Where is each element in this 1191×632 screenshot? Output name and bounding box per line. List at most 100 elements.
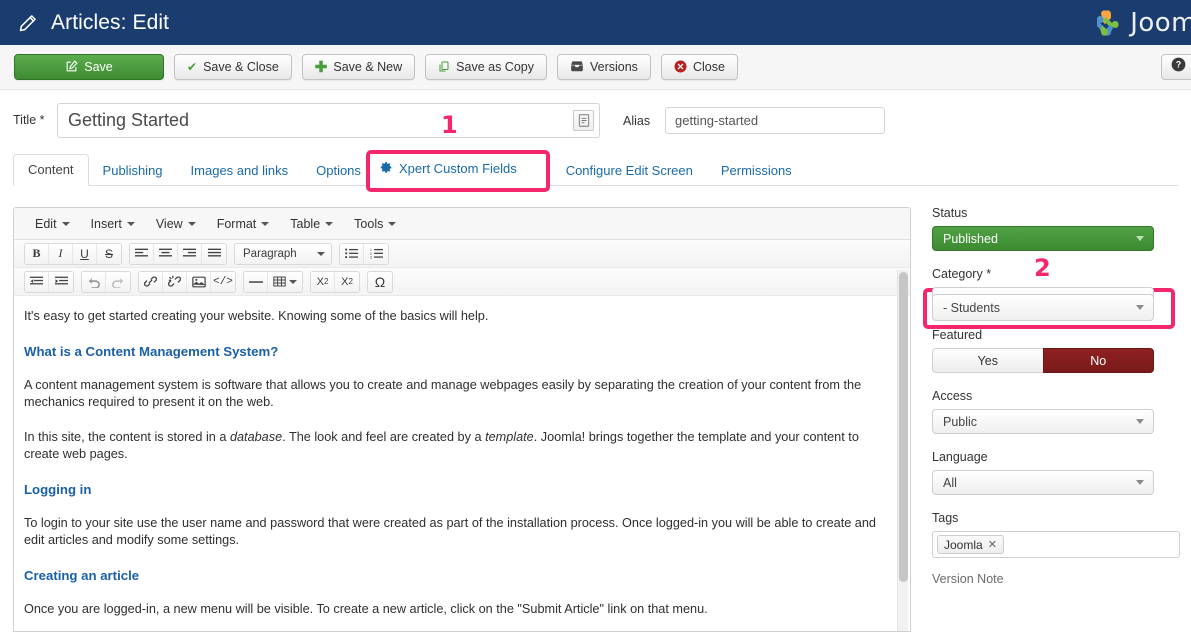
special-char-group: Ω bbox=[367, 271, 393, 293]
save-as-copy-button[interactable]: Save as Copy bbox=[425, 54, 547, 80]
tab-xpert-custom-fields-overlay-label: Xpert Custom Fields bbox=[399, 161, 517, 176]
featured-yes-button[interactable]: Yes bbox=[932, 348, 1043, 373]
access-value: Public bbox=[943, 415, 977, 429]
gear-icon bbox=[380, 161, 393, 176]
tab-publishing-label: Publishing bbox=[103, 163, 163, 178]
menu-tools-label: Tools bbox=[354, 217, 383, 231]
undo-icon[interactable] bbox=[82, 272, 106, 292]
joomla-wordmark: Joom bbox=[1130, 8, 1191, 38]
editor-paragraph: Once you are logged-in, a new menu will … bbox=[24, 601, 886, 619]
category-select-overlay[interactable]: - Students bbox=[932, 294, 1154, 321]
tab-options[interactable]: Options bbox=[302, 156, 375, 186]
chevron-down-icon bbox=[388, 222, 396, 226]
strikethrough-button[interactable]: S bbox=[97, 244, 121, 264]
status-select[interactable]: Published bbox=[932, 226, 1154, 251]
article-sidebar: Status Published Category * - Students F… bbox=[932, 206, 1180, 586]
block-format-select[interactable]: Paragraph bbox=[234, 243, 332, 265]
article-editor: Edit Insert View Format Table Tools B I … bbox=[13, 207, 911, 632]
align-right-icon[interactable] bbox=[178, 244, 202, 264]
editor-toolbar-row-2: </> X2 X2 Ω bbox=[14, 268, 910, 296]
editor-heading: What is a Content Management System? bbox=[24, 343, 886, 360]
menu-edit[interactable]: Edit bbox=[26, 213, 79, 235]
chevron-down-icon bbox=[1136, 236, 1144, 241]
text-format-group: B I U S bbox=[24, 243, 122, 265]
italic-button[interactable]: I bbox=[49, 244, 73, 264]
menu-insert[interactable]: Insert bbox=[82, 213, 144, 235]
indent-icon[interactable] bbox=[49, 272, 73, 292]
chevron-down-icon bbox=[127, 222, 135, 226]
structure-group bbox=[243, 271, 303, 293]
featured-label: Featured bbox=[932, 328, 1180, 342]
editor-content-area[interactable]: It's easy to get started creating your w… bbox=[14, 296, 910, 632]
category-label: Category * bbox=[932, 267, 1180, 281]
editor-scrollbar[interactable] bbox=[897, 270, 908, 632]
source-code-icon[interactable]: </> bbox=[211, 272, 235, 292]
plus-icon: ✚ bbox=[315, 60, 328, 75]
editor-toolbar-row-1: B I U S Paragraph 123 bbox=[14, 240, 910, 268]
bold-button[interactable]: B bbox=[25, 244, 49, 264]
status-value: Published bbox=[943, 232, 998, 246]
access-select[interactable]: Public bbox=[932, 409, 1154, 434]
save-and-close-button[interactable]: ✔ Save & Close bbox=[174, 54, 292, 80]
subscript-icon[interactable]: X2 bbox=[311, 272, 335, 292]
chevron-down-icon bbox=[62, 222, 70, 226]
article-editor-icon[interactable] bbox=[573, 110, 594, 131]
menu-format[interactable]: Format bbox=[208, 213, 279, 235]
special-character-icon[interactable]: Ω bbox=[368, 272, 392, 292]
editor-heading: Logging in bbox=[24, 481, 886, 498]
tab-permissions-label: Permissions bbox=[721, 163, 792, 178]
menu-format-label: Format bbox=[217, 217, 257, 231]
save-button[interactable]: Save bbox=[14, 54, 164, 80]
tab-configure-edit-screen[interactable]: Configure Edit Screen bbox=[552, 156, 707, 186]
horizontal-rule-icon[interactable] bbox=[244, 272, 268, 292]
chevron-down-icon bbox=[1136, 305, 1144, 310]
tab-content[interactable]: Content bbox=[13, 154, 89, 186]
editor-scrollbar-thumb[interactable] bbox=[899, 272, 908, 582]
tags-input[interactable]: Joomla ✕ bbox=[932, 531, 1180, 558]
joomla-mark-icon bbox=[1090, 7, 1122, 39]
align-center-icon[interactable] bbox=[154, 244, 178, 264]
redo-icon[interactable] bbox=[106, 272, 130, 292]
underline-button[interactable]: U bbox=[73, 244, 97, 264]
tab-publishing[interactable]: Publishing bbox=[89, 156, 177, 186]
pencil-icon bbox=[18, 13, 38, 33]
editor-menubar: Edit Insert View Format Table Tools bbox=[14, 208, 910, 240]
menu-table[interactable]: Table bbox=[281, 213, 342, 235]
align-left-icon[interactable] bbox=[130, 244, 154, 264]
unlink-icon[interactable] bbox=[163, 272, 187, 292]
chevron-down-icon bbox=[188, 222, 196, 226]
title-input[interactable] bbox=[58, 104, 566, 137]
tags-label: Tags bbox=[932, 511, 1180, 525]
link-icon[interactable] bbox=[139, 272, 163, 292]
tab-xpert-custom-fields-overlay[interactable]: Xpert Custom Fields bbox=[380, 161, 517, 176]
alias-input[interactable] bbox=[665, 107, 885, 134]
bullet-list-icon[interactable] bbox=[340, 244, 364, 264]
copy-icon bbox=[438, 60, 450, 75]
svg-text:3: 3 bbox=[370, 255, 372, 259]
help-button[interactable]: ? bbox=[1161, 54, 1191, 80]
align-justify-icon[interactable] bbox=[202, 244, 226, 264]
chevron-down-icon bbox=[1136, 480, 1144, 485]
status-label: Status bbox=[932, 206, 1180, 220]
tab-permissions[interactable]: Permissions bbox=[707, 156, 806, 186]
superscript-icon[interactable]: X2 bbox=[335, 272, 359, 292]
menu-tools[interactable]: Tools bbox=[345, 213, 405, 235]
chevron-down-icon bbox=[289, 280, 297, 284]
close-x-icon[interactable]: ✕ bbox=[988, 538, 997, 551]
featured-no-button[interactable]: No bbox=[1043, 348, 1155, 373]
language-select[interactable]: All bbox=[932, 470, 1154, 495]
editor-paragraph: A content management system is software … bbox=[24, 377, 886, 412]
outdent-icon[interactable] bbox=[25, 272, 49, 292]
menu-view[interactable]: View bbox=[147, 213, 205, 235]
chevron-down-icon bbox=[317, 252, 325, 256]
tab-images-and-links[interactable]: Images and links bbox=[177, 156, 303, 186]
close-button[interactable]: Close bbox=[661, 54, 738, 80]
image-icon[interactable] bbox=[187, 272, 211, 292]
table-icon[interactable] bbox=[268, 272, 302, 292]
annotation-marker-2: 2 bbox=[1034, 256, 1051, 280]
editor-paragraph-rich: In this site, the content is stored in a… bbox=[24, 429, 886, 464]
versions-button[interactable]: Versions bbox=[557, 54, 651, 80]
numbered-list-icon[interactable]: 123 bbox=[364, 244, 388, 264]
menu-view-label: View bbox=[156, 217, 183, 231]
save-and-new-button[interactable]: ✚ Save & New bbox=[302, 54, 415, 80]
